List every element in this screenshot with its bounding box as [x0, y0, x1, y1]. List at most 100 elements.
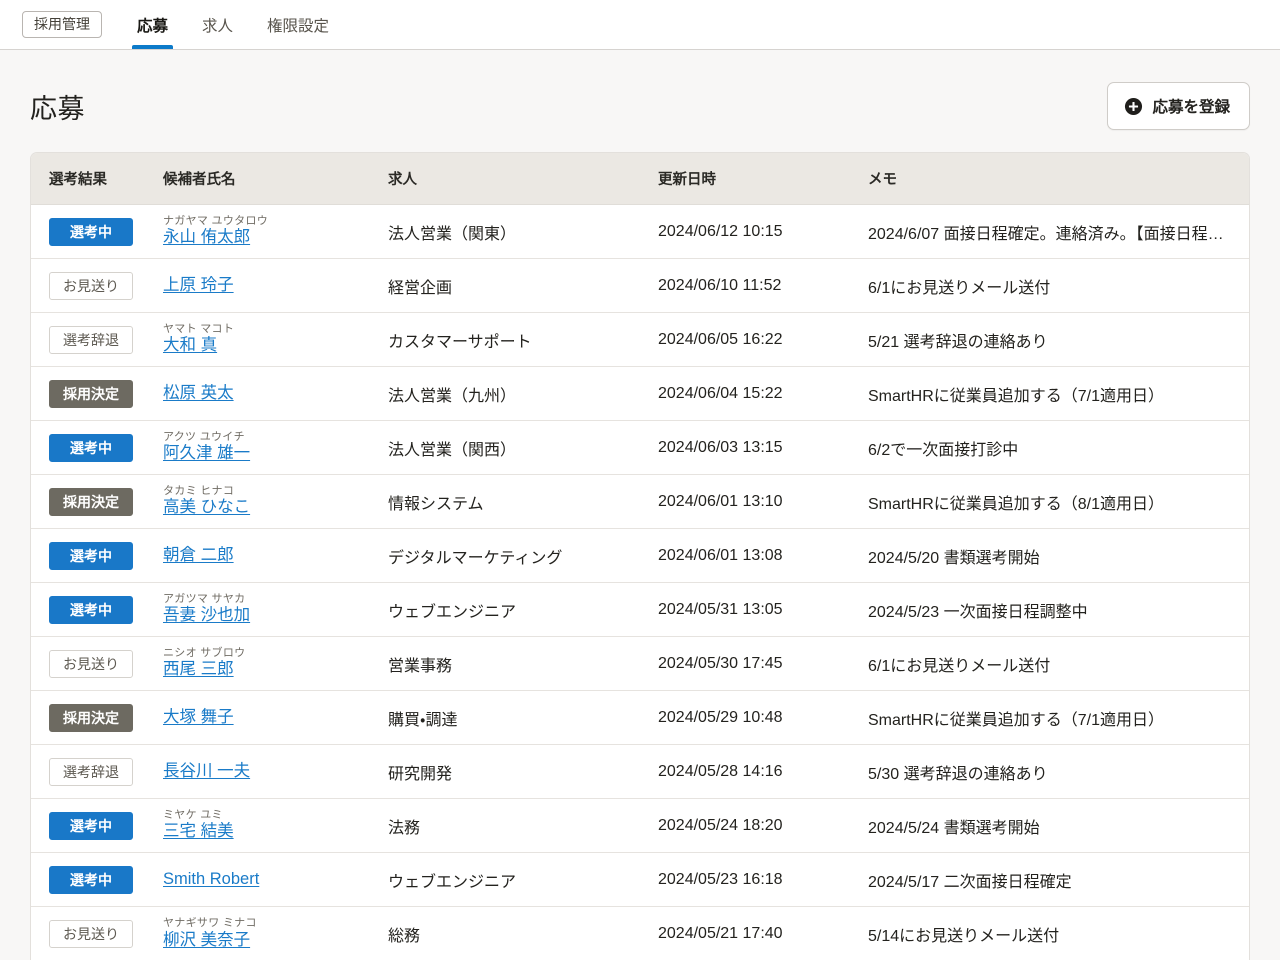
candidate-name-block: 大塚 舞子	[163, 708, 378, 727]
cell-memo: SmartHRに従業員追加する（7/1適用日）	[868, 366, 1249, 421]
cell-selection-result: 選考中	[31, 798, 163, 853]
candidate-name-link[interactable]: 長谷川 一夫	[163, 762, 250, 780]
cell-memo: 6/2で一次面接打診中	[868, 420, 1249, 475]
table-row: 採用決定 タカミ ヒナコ 高美 ひなこ 情報システム 2024/06/01 13:10 S…	[31, 474, 1249, 529]
cell-updated-at: 2024/05/30 17:45	[658, 636, 868, 691]
cell-selection-result: 選考辞退	[31, 744, 163, 799]
cell-memo: 2024/5/24 書類選考開始	[868, 798, 1249, 853]
cell-job-posting: 法務	[388, 798, 658, 853]
cell-candidate-name: 朝倉 二郎	[163, 528, 388, 583]
candidate-name-link[interactable]: 朝倉 二郎	[163, 546, 234, 564]
candidate-furigana: ヤマト マコト	[163, 322, 235, 335]
register-application-button[interactable]: 応募を登録	[1107, 82, 1250, 130]
applications-table: 選考結果 候補者氏名 求人 更新日時 メモ 選考中 ナガヤマ ユウタロウ 永山 侑太郎 法人営…	[31, 153, 1249, 960]
cell-job-posting: 法人営業（関東）	[388, 204, 658, 259]
cell-memo: 2024/5/23 一次面接日程調整中	[868, 582, 1249, 637]
candidate-name-link[interactable]: 高美 ひなこ	[163, 498, 250, 516]
table-row: 選考中 アガツマ サヤカ 吾妻 沙也加 ウェブエンジニア 2024/05/31 13:0…	[31, 582, 1249, 637]
cell-memo: SmartHRに従業員追加する（7/1適用日）	[868, 690, 1249, 745]
candidate-name-block: 朝倉 二郎	[163, 546, 378, 565]
cell-updated-at: 2024/05/24 18:20	[658, 798, 868, 853]
nav-tab-2[interactable]: 権限設定	[250, 0, 346, 49]
column-header-2: 求人	[388, 153, 658, 205]
memo-text: SmartHRに従業員追加する（8/1適用日）	[868, 495, 1165, 513]
status-badge: 選考辞退	[49, 325, 133, 354]
register-application-label: 応募を登録	[1152, 99, 1230, 116]
candidate-name-link[interactable]: 大塚 舞子	[163, 708, 234, 726]
candidate-furigana: アガツマ サヤカ	[163, 592, 246, 605]
candidate-name-link[interactable]: 三宅 結美	[163, 822, 234, 840]
cell-candidate-name: Smith Robert	[163, 852, 388, 907]
memo-text: 2024/5/20 書類選考開始	[868, 549, 1040, 567]
memo-text: 2024/5/23 一次面接日程調整中	[868, 603, 1088, 621]
cell-job-posting: デジタルマーケティング	[388, 528, 658, 583]
nav-tab-list: 応募 求人 権限設定	[120, 0, 346, 49]
cell-job-posting: 法人営業（九州）	[388, 366, 658, 421]
candidate-furigana: ヤナギサワ ミナコ	[163, 917, 257, 930]
candidate-name-link[interactable]: 吾妻 沙也加	[163, 606, 250, 624]
candidate-name-link[interactable]: 上原 玲子	[163, 276, 234, 294]
cell-selection-result: お見送り	[31, 906, 163, 960]
candidate-name-block: Smith Robert	[163, 870, 378, 889]
candidate-name-link[interactable]: 大和 真	[163, 336, 217, 354]
nav-tab-label: 応募	[137, 17, 169, 35]
cell-memo: 6/1にお見送りメール送付	[868, 636, 1249, 691]
memo-text: 2024/5/17 二次面接日程確定	[868, 873, 1072, 891]
cell-job-posting: 法人営業（関西）	[388, 420, 658, 475]
cell-selection-result: 選考中	[31, 528, 163, 583]
candidate-furigana: ナガヤマ ユウタロウ	[163, 214, 269, 227]
cell-updated-at: 2024/06/04 15:22	[658, 366, 868, 421]
cell-candidate-name: ナガヤマ ユウタロウ 永山 侑太郎	[163, 204, 388, 259]
status-badge: お見送り	[49, 271, 133, 300]
cell-candidate-name: ヤナギサワ ミナコ 柳沢 美奈子	[163, 906, 388, 960]
cell-selection-result: 選考中	[31, 204, 163, 259]
cell-memo: 5/14にお見送りメール送付	[868, 906, 1249, 960]
table-row: 選考辞退 ヤマト マコト 大和 真カスタマーサポート 2024/06/05 16:22…	[31, 312, 1249, 367]
candidate-furigana: ミヤケ ユミ	[163, 808, 223, 821]
page-header: 応募 応募を登録	[0, 50, 1280, 136]
memo-text: 6/2で一次面接打診中	[868, 441, 1019, 459]
cell-candidate-name: 大塚 舞子	[163, 690, 388, 745]
status-badge: 採用決定	[49, 487, 133, 516]
candidate-name-block: タカミ ヒナコ 高美 ひなこ	[163, 485, 378, 517]
status-badge: 選考中	[49, 595, 133, 624]
candidate-name-block: ニシオ サブロウ 西尾 三郎	[163, 647, 378, 679]
cell-updated-at: 2024/06/05 16:22	[658, 312, 868, 367]
cell-candidate-name: ヤマト マコト 大和 真	[163, 312, 388, 367]
candidate-name-link[interactable]: 西尾 三郎	[163, 660, 234, 678]
cell-memo: 2024/6/07 面接日程確定。連絡済み。【面接日程】…	[868, 204, 1249, 259]
table-row: 選考中 ナガヤマ ユウタロウ 永山 侑太郎 法人営業（関東） 2024/06/12 10…	[31, 204, 1249, 259]
cell-memo: 5/30 選考辞退の連絡あり	[868, 744, 1249, 799]
cell-memo: 2024/5/17 二次面接日程確定	[868, 852, 1249, 907]
nav-tab-1[interactable]: 求人	[185, 0, 250, 49]
cell-candidate-name: タカミ ヒナコ 高美 ひなこ	[163, 474, 388, 529]
candidate-name-link[interactable]: 松原 英太	[163, 384, 234, 402]
status-badge: お見送り	[49, 649, 133, 678]
cell-updated-at: 2024/06/10 11:52	[658, 258, 868, 313]
memo-text: 2024/5/24 書類選考開始	[868, 819, 1040, 837]
column-header-3: 更新日時	[658, 153, 868, 205]
cell-memo: 5/21 選考辞退の連絡あり	[868, 312, 1249, 367]
candidate-name-link[interactable]: 柳沢 美奈子	[163, 931, 250, 949]
memo-text: 5/14にお見送りメール送付	[868, 927, 1060, 945]
candidate-name-link[interactable]: 阿久津 雄一	[163, 444, 250, 462]
cell-memo: SmartHRに従業員追加する（8/1適用日）	[868, 474, 1249, 529]
status-badge: 選考中	[49, 811, 133, 840]
cell-job-posting: カスタマーサポート	[388, 312, 658, 367]
candidate-name-link[interactable]: 永山 侑太郎	[163, 228, 250, 246]
cell-selection-result: 採用決定	[31, 690, 163, 745]
memo-text: 6/1にお見送りメール送付	[868, 279, 1051, 297]
memo-text: 5/21 選考辞退の連絡あり	[868, 333, 1048, 351]
cell-candidate-name: アガツマ サヤカ 吾妻 沙也加	[163, 582, 388, 637]
cell-candidate-name: ミヤケ ユミ 三宅 結美	[163, 798, 388, 853]
candidate-name-link[interactable]: Smith Robert	[163, 870, 259, 888]
nav-tab-label: 求人	[202, 17, 234, 35]
cell-updated-at: 2024/05/23 16:18	[658, 852, 868, 907]
cell-selection-result: 選考辞退	[31, 312, 163, 367]
table-row: 選考中 朝倉 二郎 デジタルマーケティング 2024/06/01 13:08 2024/…	[31, 528, 1249, 583]
applications-table-container: 選考結果 候補者氏名 求人 更新日時 メモ 選考中 ナガヤマ ユウタロウ 永山 侑太郎 法人営…	[30, 152, 1250, 960]
candidate-name-block: ヤマト マコト 大和 真	[163, 322, 378, 355]
nav-tab-label: 権限設定	[267, 17, 330, 35]
nav-tab-0[interactable]: 応募	[120, 0, 185, 49]
app-label-chip[interactable]: 採用管理	[22, 11, 102, 38]
